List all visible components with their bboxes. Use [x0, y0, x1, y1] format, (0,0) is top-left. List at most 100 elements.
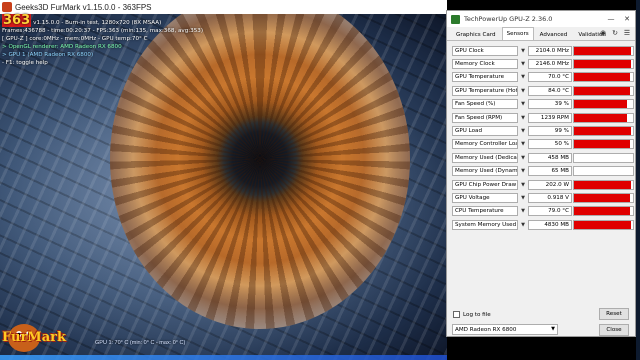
- tab-sensors[interactable]: Sensors: [501, 27, 534, 40]
- close-button[interactable]: Close: [599, 324, 629, 336]
- furmark-osd: 363 v1.15.0.0 - Burn-in test, 1280x720 (…: [2, 14, 203, 67]
- sensor-row: GPU Clock ▼ 2104.0 MHz: [452, 44, 635, 57]
- minimize-icon[interactable]: —: [603, 11, 619, 27]
- sensor-row: Memory Clock ▼ 2146.0 MHz: [452, 57, 635, 70]
- sensor-value: 0.918 V: [528, 192, 572, 203]
- sensor-graph: [573, 206, 634, 217]
- sensor-row: Fan Speed (RPM) ▼ 1239 RPM: [452, 111, 635, 124]
- sensor-name: GPU Load: [452, 126, 518, 137]
- sensor-menu-arrow-icon[interactable]: ▼: [519, 139, 527, 149]
- sensor-graph: [573, 126, 634, 137]
- sensor-graph-fill: [574, 60, 632, 69]
- sensor-row: Fan Speed (%) ▼ 39 %: [452, 98, 635, 111]
- sensor-menu-arrow-icon[interactable]: ▼: [519, 126, 527, 136]
- camera-icon[interactable]: ◉: [599, 29, 607, 37]
- menu-icon[interactable]: ☰: [623, 29, 631, 37]
- sensor-row: GPU Voltage ▼ 0.918 V: [452, 191, 635, 204]
- sensor-menu-arrow-icon[interactable]: ▼: [519, 59, 527, 69]
- sensor-value: 79.0 °C: [528, 206, 572, 217]
- sensor-menu-arrow-icon[interactable]: ▼: [519, 180, 527, 190]
- sensor-name: Fan Speed (%): [452, 99, 518, 110]
- tab-advanced[interactable]: Advanced: [535, 29, 573, 40]
- sensor-graph: [573, 192, 634, 203]
- sensor-menu-arrow-icon[interactable]: ▼: [519, 193, 527, 203]
- desktop-background: [636, 0, 640, 360]
- log-to-file-checkbox[interactable]: [453, 311, 460, 318]
- close-window-icon[interactable]: ✕: [619, 11, 635, 27]
- sensor-name: GPU Clock: [452, 45, 518, 56]
- sensor-graph-fill: [574, 180, 632, 189]
- sensor-graph: [573, 112, 634, 123]
- sensor-name: Memory Controller Load: [452, 139, 518, 150]
- sensor-name: GPU Temperature: [452, 72, 518, 83]
- gpu-select-dropdown[interactable]: AMD Radeon RX 6800 ▼: [452, 324, 558, 335]
- gpuz-window-title: TechPowerUp GPU-Z 2.36.0: [464, 15, 553, 23]
- sensor-value: 2104.0 MHz: [528, 45, 572, 56]
- sensor-menu-arrow-icon[interactable]: ▼: [519, 206, 527, 216]
- sensor-row: GPU Load ▼ 99 %: [452, 124, 635, 137]
- sensor-value: 65 MB: [528, 166, 572, 177]
- sensor-graph-fill: [574, 73, 631, 82]
- sensor-graph-fill: [574, 220, 632, 229]
- sensor-graph-fill: [574, 86, 631, 95]
- sensor-menu-arrow-icon[interactable]: ▼: [519, 113, 527, 123]
- sensor-name: GPU Temperature (Hot Spot): [452, 85, 518, 96]
- gpuz-app-icon: [451, 14, 460, 24]
- sensor-name: GPU Voltage: [452, 192, 518, 203]
- sensor-name: System Memory Used: [452, 219, 518, 230]
- sensor-graph-fill: [574, 193, 631, 202]
- sensor-graph: [573, 179, 634, 190]
- sensor-graph: [573, 166, 634, 177]
- sensor-row: CPU Temperature ▼ 79.0 °C: [452, 205, 635, 218]
- sensor-value: 202.0 W: [528, 179, 572, 190]
- osd-renderer-line: > OpenGL renderer: AMD Radeon RX 6800: [2, 44, 122, 50]
- sensor-graph-fill: [574, 127, 632, 136]
- sensor-row: GPU Temperature ▼ 70.0 °C: [452, 71, 635, 84]
- gpuz-tab-bar: Graphics Card Sensors Advanced Validatio…: [447, 27, 635, 41]
- sensor-menu-arrow-icon[interactable]: ▼: [519, 99, 527, 109]
- furmark-titlebar[interactable]: Geeks3D FurMark v1.15.0.0 - 363FPS: [0, 0, 447, 14]
- sensor-row: GPU Chip Power Draw ▼ 202.0 W: [452, 178, 635, 191]
- sensor-value: 39 %: [528, 99, 572, 110]
- sensor-row: Memory Controller Load ▼ 50 %: [452, 138, 635, 151]
- sensor-graph: [573, 59, 634, 70]
- sensor-value: 70.0 °C: [528, 72, 572, 83]
- chevron-down-icon: ▼: [551, 326, 555, 332]
- gpuz-titlebar[interactable]: TechPowerUp GPU-Z 2.36.0 — ✕: [447, 11, 635, 27]
- log-to-file-label: Log to file: [463, 311, 491, 318]
- sensor-graph: [573, 45, 634, 56]
- sensor-graph-fill: [574, 100, 628, 109]
- sensor-name: Fan Speed (RPM): [452, 112, 518, 123]
- osd-version-line: v1.15.0.0 - Burn-in test, 1280x720 (8X M…: [33, 20, 162, 26]
- gpu-select-value: AMD Radeon RX 6800: [455, 326, 517, 333]
- sensor-graph-fill: [574, 207, 631, 216]
- log-to-file-row[interactable]: Log to file: [453, 311, 491, 318]
- sensor-name: CPU Temperature: [452, 206, 518, 217]
- refresh-icon[interactable]: ↻: [611, 29, 619, 37]
- sensor-menu-arrow-icon[interactable]: ▼: [519, 46, 527, 56]
- tab-graphics-card[interactable]: Graphics Card: [451, 29, 501, 40]
- sensor-value: 99 %: [528, 126, 572, 137]
- sensor-graph: [573, 85, 634, 96]
- furmark-window[interactable]: Geeks3D FurMark v1.15.0.0 - 363FPS 363 v…: [0, 0, 447, 360]
- osd-frames-line: Frames:436788 - time:00:20:37 - FPS:363 …: [2, 28, 204, 34]
- sensor-menu-arrow-icon[interactable]: ▼: [519, 86, 527, 96]
- sensor-menu-arrow-icon[interactable]: ▼: [519, 220, 527, 230]
- sensor-value: 84.0 °C: [528, 85, 572, 96]
- gpuz-window[interactable]: TechPowerUp GPU-Z 2.36.0 — ✕ Graphics Ca…: [446, 10, 636, 337]
- reset-button[interactable]: Reset: [599, 308, 629, 320]
- sensor-menu-arrow-icon[interactable]: ▼: [519, 153, 527, 163]
- osd-gpuz-line: [ GPU-Z ] core:0MHz - mem:0MHz - GPU tem…: [2, 36, 148, 42]
- gpu-temp-summary: GPU 1: 70° C (min: 0° C - max: 0° C): [95, 340, 186, 346]
- sensor-value: 50 %: [528, 139, 572, 150]
- sensor-row: Memory Used (Dedicated)▼458 MB: [452, 151, 635, 164]
- furmark-window-title: Geeks3D FurMark v1.15.0.0 - 363FPS: [15, 2, 152, 12]
- sensor-graph-fill: [574, 140, 631, 149]
- sensor-value: 2146.0 MHz: [528, 59, 572, 70]
- sensor-list: GPU Clock ▼ 2104.0 MHz Memory Clock ▼ 2146.0 …: [452, 44, 635, 231]
- sensor-graph-fill: [574, 113, 628, 122]
- sensor-menu-arrow-icon[interactable]: ▼: [519, 166, 527, 176]
- sensor-menu-arrow-icon[interactable]: ▼: [519, 72, 527, 82]
- sensor-row: GPU Temperature (Hot Spot)▼84.0 °C: [452, 84, 635, 97]
- sensor-name: Memory Used (Dedicated): [452, 152, 518, 163]
